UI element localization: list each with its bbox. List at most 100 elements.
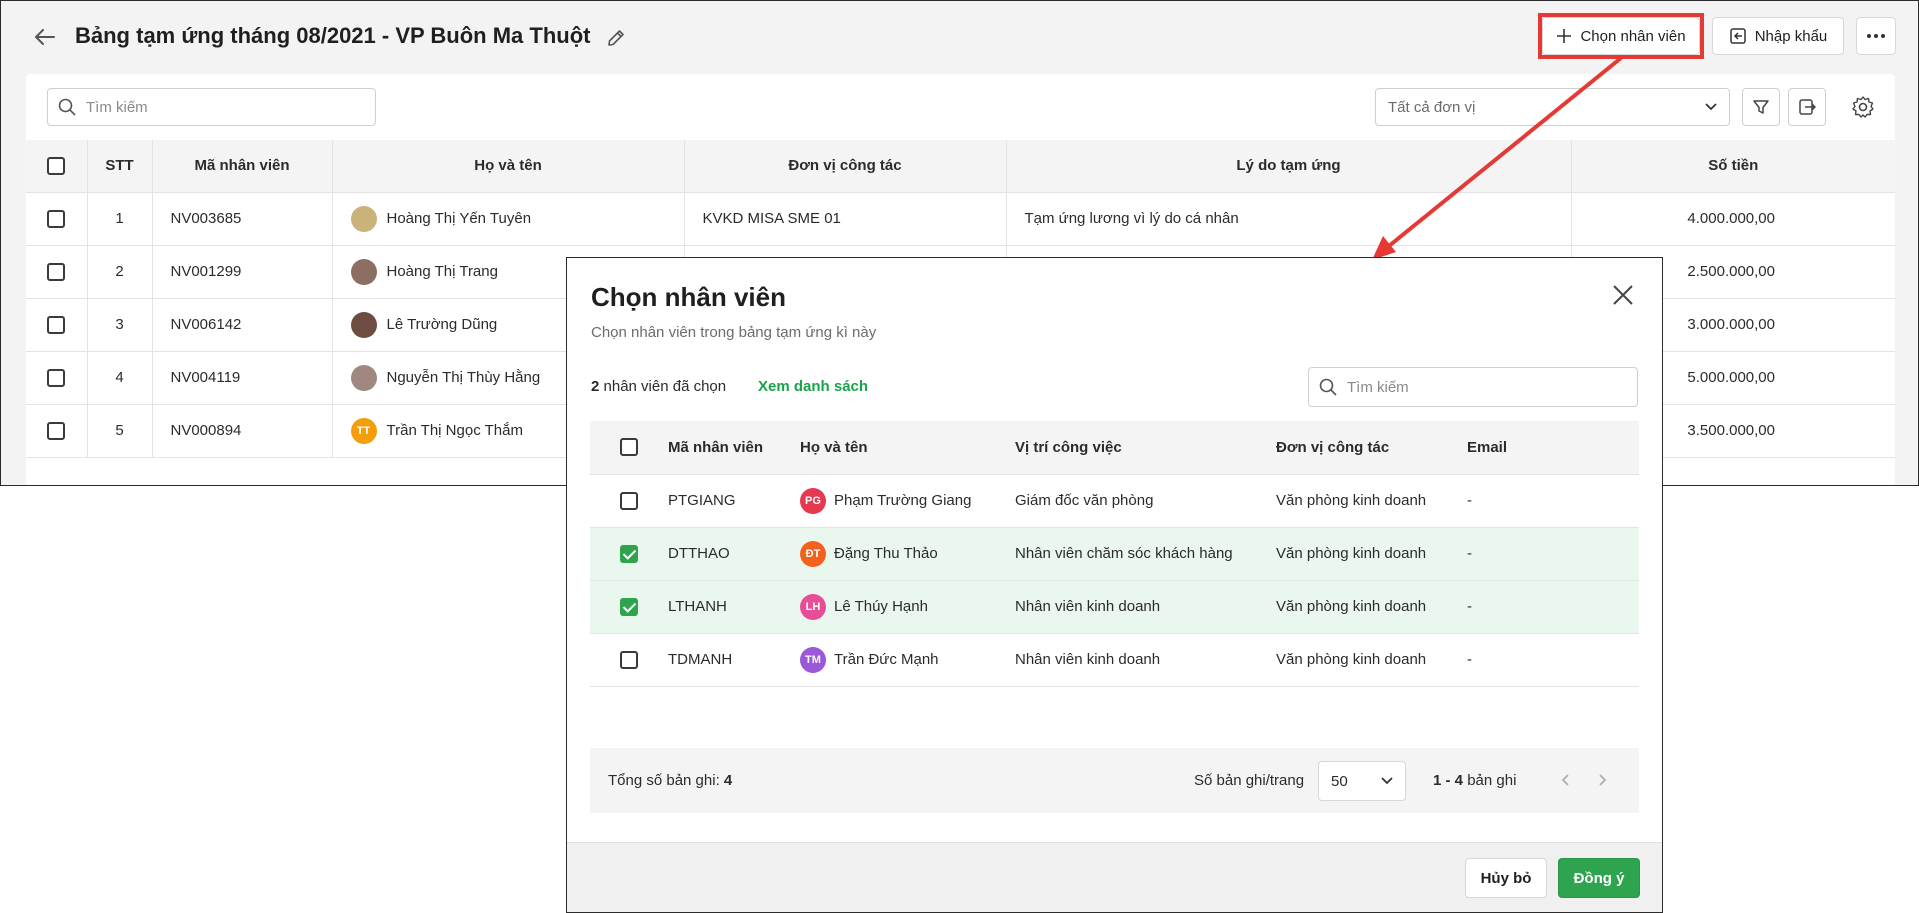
position-cell: Giám đốc văn phòng — [1015, 474, 1276, 528]
col-header: Họ và tên — [332, 140, 685, 193]
col-header: Đơn vị công tác — [1276, 421, 1467, 475]
row-checkbox[interactable] — [620, 597, 638, 616]
employee-name: Hoàng Thị Trang — [386, 263, 498, 280]
next-page-icon[interactable] — [1593, 770, 1613, 790]
row-checkbox[interactable] — [47, 368, 66, 387]
prev-page-icon[interactable] — [1555, 770, 1575, 790]
per-page-label: Số bản ghi/trang — [1194, 772, 1305, 789]
dialog-search-input[interactable]: Tìm kiếm — [1308, 367, 1638, 407]
total-records: Tổng số bản ghi: 4 — [608, 772, 732, 789]
employee-table: Mã nhân viên Họ và tên Vị trí công việc … — [590, 421, 1639, 687]
email-cell: - — [1467, 580, 1639, 634]
filter-icon — [1753, 100, 1769, 114]
import-button[interactable]: Nhập khẩu — [1712, 17, 1844, 55]
col-header: STT — [87, 140, 153, 193]
row-checkbox[interactable] — [47, 421, 66, 440]
row-select-cell — [26, 298, 88, 352]
row-select-cell — [26, 245, 88, 299]
total-label: Tổng số bản ghi: — [608, 772, 720, 789]
select-all-checkbox[interactable] — [620, 438, 638, 457]
employee-name-cell: TM Trần Đức Mạnh — [800, 633, 1015, 687]
employee-name-cell: ĐT Đặng Thu Thảo — [800, 527, 1015, 581]
dialog-subtitle: Chọn nhân viên trong bảng tạm ứng kì này — [591, 324, 877, 341]
employee-row[interactable]: TDMANH TM Trần Đức Mạnh Nhân viên kinh do… — [590, 633, 1639, 687]
per-page-value: 50 — [1331, 772, 1348, 790]
unit-filter-select[interactable]: Tất cả đơn vị — [1375, 88, 1730, 126]
row-checkbox[interactable] — [620, 544, 638, 563]
row-checkbox[interactable] — [620, 650, 638, 669]
export-button[interactable] — [1788, 88, 1826, 126]
row-select-cell — [590, 474, 668, 528]
employee-name: Lê Thúy Hạnh — [834, 598, 928, 615]
employee-row[interactable]: LTHANH LH Lê Thúy Hạnh Nhân viên kinh doa… — [590, 580, 1639, 634]
back-arrow-icon[interactable] — [33, 25, 57, 49]
close-icon[interactable] — [1612, 284, 1638, 310]
avatar: LH — [800, 593, 826, 620]
row-checkbox[interactable] — [47, 315, 66, 334]
select-all-checkbox[interactable] — [47, 156, 66, 175]
record-range: 1 - 4 bản ghi — [1433, 772, 1516, 789]
avatar: PG — [800, 487, 826, 514]
top-bar: Bảng tạm ứng tháng 08/2021 - VP Buôn Ma … — [1, 1, 1918, 73]
col-header: Mã nhân viên — [152, 140, 333, 193]
avatar — [350, 205, 377, 232]
choose-employee-button[interactable]: Chọn nhân viên — [1542, 17, 1700, 55]
reason-cell: Tạm ứng lương vì lý do cá nhân — [1006, 192, 1572, 246]
screenshot-stage: Bảng tạm ứng tháng 08/2021 - VP Buôn Ma … — [0, 0, 1919, 913]
import-icon — [1729, 28, 1746, 44]
settings-gear-icon[interactable] — [1849, 93, 1877, 121]
row-select-cell — [590, 527, 668, 581]
employee-code-cell: NV000894 — [152, 404, 333, 458]
cancel-button[interactable]: Hủy bỏ — [1465, 858, 1547, 898]
employee-row[interactable]: DTTHAO ĐT Đặng Thu Thảo Nhân viên chăm só… — [590, 527, 1639, 581]
dialog-title: Chọn nhân viên — [591, 282, 786, 312]
page-title: Bảng tạm ứng tháng 08/2021 - VP Buôn Ma … — [75, 23, 591, 48]
search-input[interactable]: Tìm kiếm — [47, 88, 376, 126]
avatar — [350, 258, 377, 285]
unit-cell: Văn phòng kinh doanh — [1276, 633, 1467, 687]
row-checkbox[interactable] — [47, 262, 66, 281]
employee-code-cell: TDMANH — [668, 633, 800, 687]
choose-employee-label: Chọn nhân viên — [1580, 27, 1686, 45]
chevron-down-icon — [1705, 103, 1717, 111]
plus-icon — [1557, 29, 1572, 43]
col-header: Mã nhân viên — [668, 421, 800, 475]
row-checkbox[interactable] — [47, 209, 66, 228]
choose-employee-dialog: Chọn nhân viên Chọn nhân viên trong bảng… — [566, 257, 1663, 913]
total-value: 4 — [723, 772, 733, 789]
employee-name: Hoàng Thị Yến Tuyên — [386, 210, 532, 227]
more-options-button[interactable] — [1856, 17, 1896, 55]
row-select-cell — [590, 633, 668, 687]
employee-code-cell: NV001299 — [152, 245, 333, 299]
unit-cell: Văn phòng kinh doanh — [1276, 580, 1467, 634]
stt-cell: 5 — [87, 404, 153, 458]
row-select-cell — [26, 404, 88, 458]
avatar — [350, 364, 377, 391]
col-header: Lý do tạm ứng — [1006, 140, 1572, 193]
per-page-select[interactable]: 50 — [1318, 761, 1406, 801]
employee-code-cell: NV004119 — [152, 351, 333, 405]
confirm-button[interactable]: Đồng ý — [1558, 858, 1640, 898]
selected-count: 2 — [591, 378, 600, 395]
position-cell: Nhân viên chăm sóc khách hàng — [1015, 527, 1276, 581]
range-value: 1 - 4 — [1433, 772, 1464, 789]
search-placeholder: Tìm kiếm — [86, 98, 148, 116]
row-select-cell — [26, 192, 88, 246]
employee-code-cell: PTGIANG — [668, 474, 800, 528]
employee-name: Trần Đức Mạnh — [834, 651, 939, 668]
employee-row[interactable]: PTGIANG PG Phạm Trường Giang Giám đốc văn… — [590, 474, 1639, 528]
employee-name: Lê Trường Dũng — [386, 316, 498, 333]
email-cell: - — [1467, 527, 1639, 581]
table-row[interactable]: 1 NV003685 Hoàng Thị Yến Tuyên KVKD MISA… — [26, 192, 1895, 246]
pencil-icon[interactable] — [605, 27, 627, 49]
row-checkbox[interactable] — [620, 491, 638, 510]
filter-button[interactable] — [1742, 88, 1780, 126]
email-cell: - — [1467, 633, 1639, 687]
employee-name: Đặng Thu Thảo — [834, 545, 938, 562]
employee-code-cell: NV003685 — [152, 192, 333, 246]
select-all-cell — [590, 421, 668, 475]
col-header: Số tiền — [1571, 140, 1895, 193]
export-icon — [1799, 99, 1816, 115]
search-icon — [58, 98, 76, 116]
view-list-link[interactable]: Xem danh sách — [758, 378, 868, 395]
